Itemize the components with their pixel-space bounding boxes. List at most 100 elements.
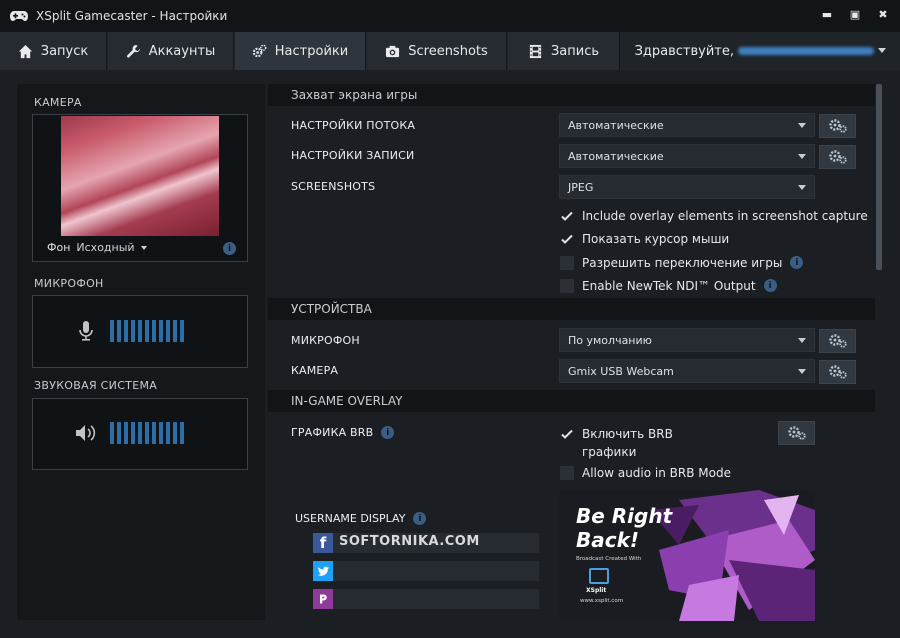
brb-preview-image: Be Right Back! Broadcast Created With XS… [559,490,815,621]
facebook-username-field[interactable]: f SOFTORNIKA.COM [313,533,539,553]
capture-section-heading: Захват экрана игры [268,84,875,106]
twitter-icon [313,561,333,581]
tab-accounts[interactable]: Аккаунты [108,32,234,70]
username-display-label: USERNAME DISPLAY i [295,512,427,525]
camera-image [61,116,219,236]
brb-graphics-text: ГРАФИКА BRB [291,426,374,439]
select-value: Автоматические [568,118,664,132]
gears-icon [828,119,847,133]
checkbox-label: Показать курсор мыши [582,232,730,246]
info-icon[interactable]: i [763,279,777,292]
info-icon[interactable]: i [790,256,804,269]
chevron-down-icon [798,154,806,159]
camera-icon [386,45,400,57]
screenshots-format-select[interactable]: JPEG [559,175,815,199]
record-settings-label: НАСТРОЙКИ ЗАПИСИ [291,149,415,162]
chevron-down-icon [798,369,806,374]
info-icon[interactable]: i [381,426,395,439]
mic-device-select[interactable]: По умолчанию [559,328,815,352]
tab-settings[interactable]: Настройки [235,32,366,70]
speaker-level-box [32,398,248,470]
checkmark-icon [560,232,574,246]
stream-settings-select[interactable]: Автоматические [559,113,815,137]
twitter-username-field[interactable] [313,561,539,581]
checkbox-box [560,256,574,270]
gears-icon [252,44,267,57]
show-cursor-checkbox[interactable]: Показать курсор мыши [560,232,729,246]
gamepad-icon [10,11,28,21]
minimize-icon[interactable]: ▬ [820,7,834,21]
allow-audio-brb-checkbox[interactable]: Allow audio in BRB Mode [560,466,731,480]
chevron-down-icon [140,245,147,250]
brb-enable-line2: графики [582,445,637,459]
camera-section-label: КАМЕРА [34,96,82,109]
tab-label: Запись [550,43,600,59]
mic-settings-gear-button[interactable] [819,329,856,353]
enable-brb-checkbox[interactable]: Включить BRB графики [560,425,673,461]
brb-url: www.xsplit.com [580,598,624,604]
brb-title-line2: Back! [576,528,640,552]
tab-label: Настройки [274,43,349,59]
mic-level-box [32,295,248,368]
gears-icon [828,334,847,348]
screenshots-label: SCREENSHOTS [291,180,376,193]
tab-label: Запуск [40,43,89,59]
checkbox-label: Include overlay elements in screenshot c… [582,209,868,223]
camera-device-select[interactable]: Gmix USB Webcam [559,359,815,383]
brb-title: Be Right Back! [576,504,672,552]
stream-settings-gear-button[interactable] [819,114,856,138]
select-value: Автоматические [568,149,664,163]
gears-icon [828,365,847,379]
checkbox-box [560,466,574,480]
enable-ndi-checkbox[interactable]: Enable NewTek NDI™ Output i [560,279,777,293]
background-value: Исходный [76,241,135,254]
film-icon [529,44,542,58]
speaker-level-meter [110,422,184,444]
picarto-icon [313,589,333,609]
scrollbar-thumb[interactable] [876,84,882,270]
background-selector[interactable]: Фон Исходный [47,241,147,254]
checkmark-icon [560,427,574,441]
device-preview-panel: КАМЕРА Фон Исходный i МИКРОФОН ЗВУКОВАЯ … [17,84,265,620]
allow-game-switch-checkbox[interactable]: Разрешить переключение игры i [560,256,804,270]
checkbox-label: Разрешить переключение игры [582,256,783,270]
chevron-down-icon [798,123,806,128]
close-icon[interactable]: ✖ [876,7,890,21]
speaker-section-label: ЗВУКОВАЯ СИСТЕМА [34,379,158,392]
maximize-icon[interactable]: ▣ [848,7,862,21]
gears-icon [787,426,806,440]
tab-screenshots[interactable]: Screenshots [367,32,507,70]
mic-level-meter [110,320,184,342]
greeting-text: Здравствуйте, [634,43,734,59]
brb-enable-line1: Включить BRB [582,427,673,441]
checkbox-label: Allow audio in BRB Mode [582,466,731,480]
username-blurred [738,47,874,55]
username-display-text: USERNAME DISPLAY [295,512,406,525]
facebook-username-value: SOFTORNIKA.COM [339,534,480,549]
camera-preview: Фон Исходный i [32,114,248,262]
brb-settings-gear-button[interactable] [778,421,815,445]
mic-section-label: МИКРОФОН [34,277,104,290]
chevron-down-icon[interactable] [878,48,886,53]
info-icon[interactable]: i [223,242,236,255]
record-settings-select[interactable]: Автоматические [559,144,815,168]
window-title: XSplit Gamecaster - Настройки [36,9,228,23]
brb-brand: XSplit [586,587,607,594]
home-icon [18,44,32,58]
picarto-username-field[interactable] [313,589,539,609]
camera-settings-gear-button[interactable] [819,360,856,384]
tab-bar: Запуск Аккаунты Настройки Screenshots За… [0,32,900,70]
checkbox-label: Включить BRB графики [582,425,673,461]
record-settings-gear-button[interactable] [819,145,856,169]
include-overlay-checkbox[interactable]: Include overlay elements in screenshot c… [560,209,868,223]
gears-icon [828,150,847,164]
tab-recording[interactable]: Запись [508,32,620,70]
select-value: JPEG [568,180,594,194]
chevron-down-icon [798,185,806,190]
tab-launch[interactable]: Запуск [0,32,107,70]
info-icon[interactable]: i [413,512,427,525]
brb-title-line1: Be Right [576,504,673,528]
user-greeting[interactable]: Здравствуйте, [635,32,874,70]
tab-label: Screenshots [408,43,488,59]
title-bar: XSplit Gamecaster - Настройки ▬ ▣ ✖ [0,0,900,32]
